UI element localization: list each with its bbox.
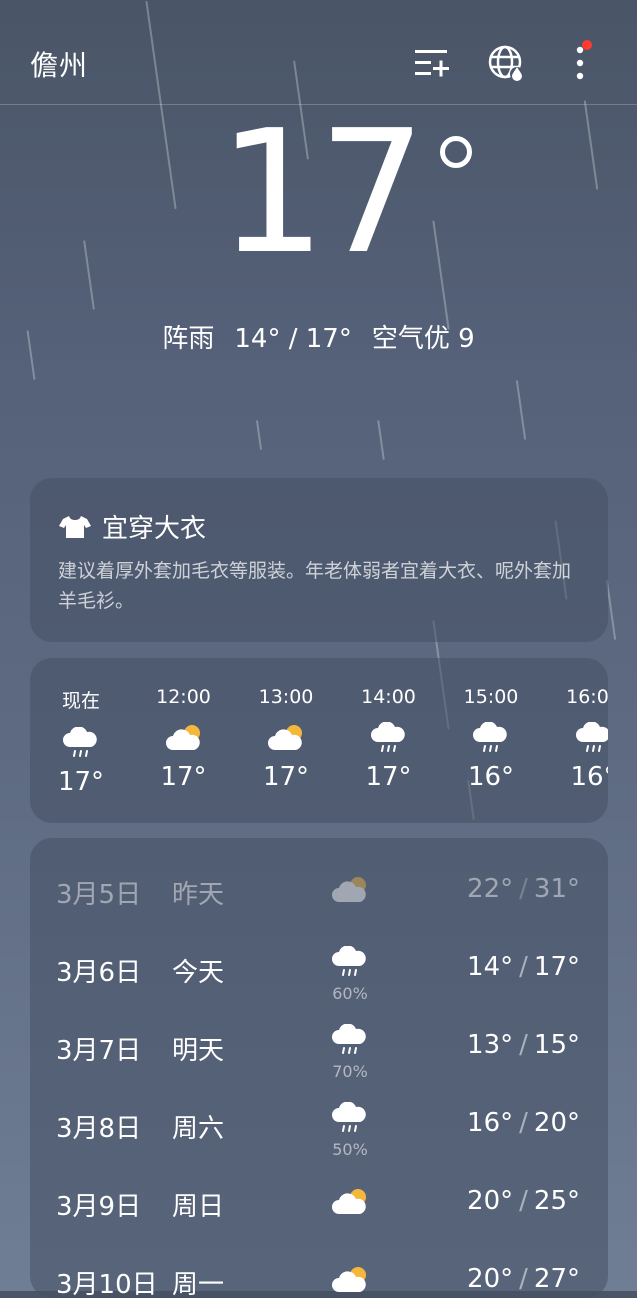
hourly-item[interactable]: 15:00 16° xyxy=(446,686,536,792)
hourly-item[interactable]: 16:00 16° xyxy=(549,686,608,792)
manage-cities-icon xyxy=(415,50,449,77)
hour-icon xyxy=(36,723,126,763)
partly-cloudy-icon xyxy=(332,877,366,902)
day-name: 今天 xyxy=(172,958,225,988)
current-condition: 阵雨 xyxy=(162,324,215,354)
current-range: 14° / 17° xyxy=(234,324,352,354)
daily-row[interactable]: 3月6日 今天 60% 14°/17° xyxy=(30,932,608,1010)
more-options-icon xyxy=(576,46,584,80)
air-quality: 空气优 9 xyxy=(371,324,475,354)
day-name: 周一 xyxy=(172,1270,225,1298)
partly-cloudy-icon xyxy=(268,725,302,750)
day-range: 20°/27° xyxy=(467,1264,580,1294)
partly-cloudy-icon xyxy=(332,1189,366,1214)
daily-row[interactable]: 3月9日 周日 20°/25° xyxy=(30,1166,608,1244)
day-range: 14°/17° xyxy=(467,952,580,982)
day-range: 16°/20° xyxy=(467,1108,580,1138)
hour-temp: 16° xyxy=(467,762,515,792)
day-name: 周六 xyxy=(172,1114,225,1144)
dress-title-row: 宜穿大衣 xyxy=(58,508,206,545)
rain-cloud-icon xyxy=(332,1102,366,1132)
day-date: 3月9日 xyxy=(56,1192,142,1222)
hourly-item[interactable]: 14:00 17° xyxy=(344,686,434,792)
notification-dot xyxy=(582,40,592,50)
rain-cloud-icon xyxy=(473,722,507,752)
day-date: 3月7日 xyxy=(56,1036,142,1066)
degree-symbol xyxy=(440,136,472,168)
rain-cloud-icon xyxy=(575,722,608,752)
hour-temp: 17° xyxy=(160,762,207,792)
day-icon xyxy=(326,874,374,914)
partly-cloudy-icon xyxy=(332,1267,366,1292)
hour-icon xyxy=(139,718,229,758)
current-summary[interactable]: 阵雨 14° / 17° 空气优 9 xyxy=(0,318,637,355)
day-date: 3月5日 xyxy=(56,880,142,910)
daily-row[interactable]: 3月5日 昨天 22°/31° xyxy=(30,854,608,932)
daily-forecast-card[interactable]: 3月5日 昨天 22°/31° 3月6日 今天 60% 14°/17° 3月7日 明… xyxy=(30,838,608,1298)
precip-chance: 70% xyxy=(332,1062,368,1081)
day-icon xyxy=(326,1102,374,1142)
hour-time: 12:00 xyxy=(156,686,211,708)
day-icon xyxy=(326,1186,374,1226)
hour-icon xyxy=(446,718,536,758)
day-range: 20°/25° xyxy=(467,1186,580,1216)
rain-cloud-icon xyxy=(63,727,97,757)
day-name: 周日 xyxy=(172,1192,225,1222)
day-icon xyxy=(326,946,374,986)
top-bar: 儋州 xyxy=(0,0,637,105)
hour-temp: 16° xyxy=(570,762,608,792)
more-options-button[interactable] xyxy=(556,40,604,86)
rain-cloud-icon xyxy=(332,946,366,976)
hourly-item[interactable]: 现在 17° xyxy=(36,686,126,797)
hourly-forecast-card[interactable]: 现在 17° 12:00 17° 13:00 17° 14:00 17° 15:00 1… xyxy=(30,658,608,823)
dress-description: 建议着厚外套加毛衣等服装。年老体弱者宜着大衣、呢外套加羊毛衫。 xyxy=(58,560,572,612)
hourly-item[interactable]: 12:00 17° xyxy=(139,686,229,792)
dress-title: 宜穿大衣 xyxy=(102,514,207,544)
globe-drop-icon xyxy=(488,45,524,81)
current-temperature: 17 xyxy=(218,94,426,292)
hour-time: 14:00 xyxy=(361,686,416,708)
partly-cloudy-icon xyxy=(165,725,200,750)
daily-row[interactable]: 3月10日 周一 20°/27° xyxy=(30,1244,608,1298)
manage-cities-button[interactable] xyxy=(408,40,456,86)
hour-time: 15:00 xyxy=(463,686,519,708)
daily-row[interactable]: 3月7日 明天 70% 13°/15° xyxy=(30,1010,608,1088)
day-name: 昨天 xyxy=(172,880,225,910)
hour-time: 现在 xyxy=(61,690,100,712)
dress-advice-card[interactable]: 宜穿大衣 建议着厚外套加毛衣等服装。年老体弱者宜着大衣、呢外套加羊毛衫。 xyxy=(30,478,608,642)
rain-cloud-icon xyxy=(332,1024,366,1054)
hour-time: 13:00 xyxy=(258,686,314,708)
hour-temp: 17° xyxy=(57,767,105,797)
day-date: 3月6日 xyxy=(56,958,142,988)
day-range: 13°/15° xyxy=(467,1030,580,1060)
day-icon xyxy=(326,1024,374,1064)
shirt-icon xyxy=(59,515,91,538)
hour-icon xyxy=(549,718,608,758)
rain-cloud-icon xyxy=(370,722,405,752)
day-name: 明天 xyxy=(172,1036,225,1066)
hourly-item[interactable]: 13:00 17° xyxy=(241,686,331,792)
city-name[interactable]: 儋州 xyxy=(30,44,88,84)
precip-chance: 50% xyxy=(332,1140,368,1159)
hour-icon xyxy=(241,718,331,758)
globe-button[interactable] xyxy=(482,40,530,86)
daily-row[interactable]: 3月8日 周六 50% 16°/20° xyxy=(30,1088,608,1166)
day-date: 3月8日 xyxy=(56,1114,142,1144)
hour-temp: 17° xyxy=(262,762,310,792)
hour-icon xyxy=(344,718,434,758)
hour-time: 16:00 xyxy=(566,686,608,708)
precip-chance: 60% xyxy=(332,984,368,1003)
day-range: 22°/31° xyxy=(467,874,580,904)
day-icon xyxy=(326,1264,374,1298)
day-date: 3月10日 xyxy=(56,1270,158,1298)
hour-temp: 17° xyxy=(365,762,412,792)
